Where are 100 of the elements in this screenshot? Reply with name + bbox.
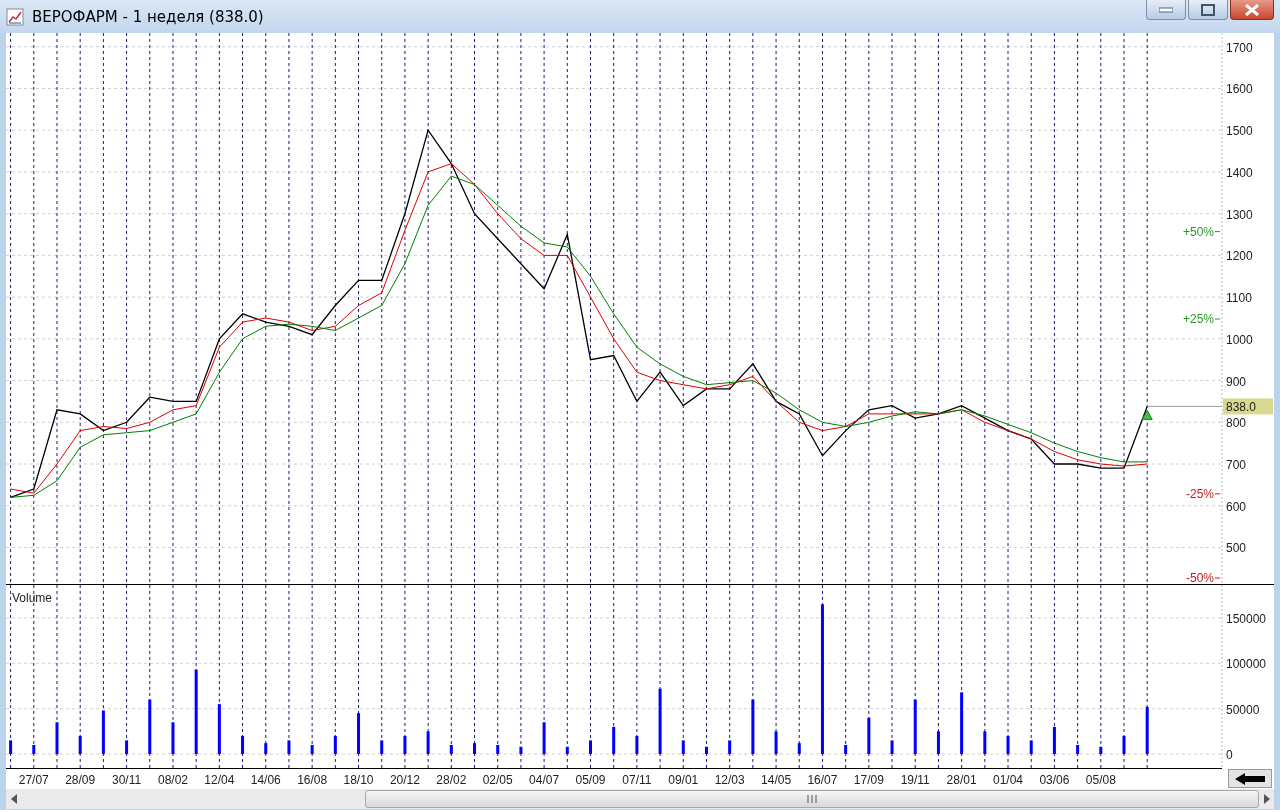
- volume-bar: [1052, 726, 1056, 755]
- axis-label: 1600: [1226, 82, 1253, 97]
- date-label: 08/02: [157, 773, 188, 787]
- volume-bar: [426, 731, 430, 755]
- volume-bar: [542, 722, 546, 755]
- date-label: 02/05: [482, 773, 513, 787]
- percent-label: -25%: [1186, 486, 1221, 501]
- volume-bar: [774, 731, 778, 755]
- date-label: 19/11: [900, 773, 930, 787]
- volume-bar: [310, 744, 314, 755]
- date-label: 16/07: [807, 773, 838, 787]
- axis-label: 50000: [1226, 702, 1260, 717]
- date-label: 12/03: [714, 773, 745, 787]
- axis-label: 1300: [1226, 207, 1253, 222]
- date-label: 28/02: [436, 773, 467, 787]
- maximize-icon: [1201, 3, 1215, 16]
- scrollbar-thumb[interactable]: [365, 790, 1259, 808]
- axis-label: 600: [1226, 499, 1247, 514]
- date-label: 27/07: [18, 773, 49, 787]
- volume-bar: [589, 740, 592, 755]
- minimize-button[interactable]: [1146, 0, 1186, 20]
- close-icon: [1244, 3, 1260, 16]
- volume-bar: [55, 722, 59, 755]
- horizontal-scrollbar[interactable]: [6, 789, 1274, 809]
- volume-bar: [357, 713, 361, 755]
- minimize-icon: [1159, 6, 1173, 13]
- date-label: 04/07: [529, 773, 560, 787]
- volume-bar: [658, 688, 662, 755]
- volume-bar: [519, 746, 523, 755]
- date-label: 30/11: [112, 773, 142, 787]
- date-label: 05/09: [575, 773, 606, 787]
- axis-label: 1400: [1226, 165, 1253, 180]
- axis-label: 150000: [1226, 611, 1267, 626]
- volume-bar: [635, 735, 639, 755]
- panel-title: Volume: [12, 591, 53, 605]
- volume-bar: [32, 744, 36, 755]
- volume-bar: [844, 744, 848, 755]
- axis-label: 0: [1226, 748, 1233, 763]
- volume-bar: [1145, 706, 1149, 755]
- volume-bar: [681, 740, 685, 755]
- volume-bar: [403, 735, 407, 755]
- axis-label: 1000: [1226, 332, 1253, 347]
- volume-bar: [565, 746, 569, 755]
- volume-bar: [1122, 735, 1126, 755]
- date-label: 12/04: [204, 773, 235, 787]
- volume-bar: [867, 717, 871, 755]
- scroll-right-icon: [1263, 794, 1270, 804]
- date-label: 03/06: [1039, 773, 1070, 787]
- volume-bar: [449, 744, 453, 755]
- axis-label: 900: [1226, 374, 1247, 389]
- volume-bar: [1029, 740, 1033, 755]
- volume-bar: [217, 704, 221, 755]
- volume-bar: [705, 746, 708, 755]
- axis-label: 500: [1226, 541, 1247, 556]
- date-label: 28/09: [65, 773, 96, 787]
- scroll-left-icon: [10, 794, 17, 804]
- volume-bar: [913, 699, 917, 755]
- percent-label: -50%: [1186, 571, 1221, 585]
- date-label: 01/04: [993, 773, 1024, 787]
- date-label: 07/11: [622, 773, 652, 787]
- date-label: 14/05: [761, 773, 792, 787]
- volume-bar: [612, 726, 616, 755]
- volume-bar: [264, 743, 268, 755]
- maximize-button[interactable]: [1188, 0, 1228, 20]
- date-label: 09/01: [668, 773, 699, 787]
- date-label: 14/06: [250, 773, 281, 787]
- axis-label: 1100: [1226, 291, 1252, 306]
- volume-bar: [380, 740, 384, 755]
- volume-bar: [936, 731, 940, 755]
- volume-bar: [9, 740, 13, 755]
- volume-bar: [287, 740, 291, 755]
- volume-bar: [728, 740, 732, 755]
- date-label: 05/08: [1085, 773, 1116, 787]
- volume-bar: [496, 744, 500, 755]
- percent-label: +25%: [1182, 312, 1221, 326]
- volume-bar: [241, 735, 245, 755]
- date-label: 16/08: [297, 773, 328, 787]
- date-label: 17/09: [853, 773, 884, 787]
- volume-bar: [125, 740, 129, 755]
- volume-bar: [78, 735, 82, 755]
- last-price-label: 838.0: [1223, 398, 1273, 415]
- axis-label: 800: [1226, 416, 1247, 431]
- percent-label: +50%: [1182, 224, 1221, 239]
- volume-bar: [1006, 735, 1010, 755]
- axis-label: 700: [1226, 458, 1247, 472]
- scroll-back-button[interactable]: [1228, 769, 1272, 788]
- volume-bar: [890, 740, 894, 755]
- axis-label: 1200: [1226, 249, 1253, 264]
- axis-label: 1500: [1226, 124, 1253, 139]
- grip-icon: [807, 795, 817, 803]
- volume-bar: [1099, 746, 1103, 755]
- window-title: ВЕРОФАРМ - 1 неделя (838.0): [32, 7, 264, 26]
- volume-bar: [333, 735, 337, 755]
- triangle-marker-icon: [1141, 409, 1153, 420]
- volume-bar: [983, 731, 987, 755]
- date-label: 20/12: [389, 773, 420, 787]
- chart-icon: [6, 7, 24, 26]
- close-button[interactable]: [1230, 0, 1274, 20]
- axis-label: 1700: [1226, 40, 1253, 55]
- date-label: 28/01: [946, 773, 977, 787]
